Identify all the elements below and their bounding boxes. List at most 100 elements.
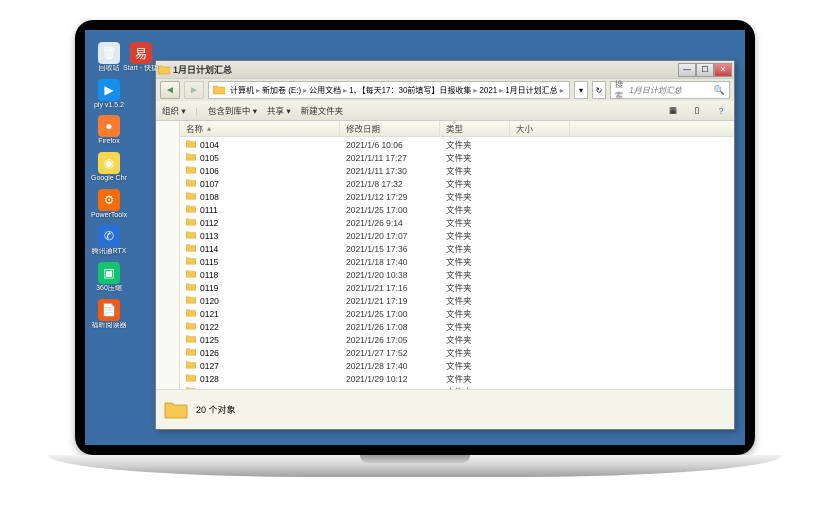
desktop-icon[interactable]: 📄福昕阅读器 (93, 299, 125, 330)
table-row[interactable]: 01112021/1/25 17:00文件夹 (180, 203, 734, 216)
table-row[interactable]: 01182021/1/20 10:38文件夹 (180, 268, 734, 281)
folder-icon (186, 218, 196, 228)
table-row[interactable]: 01262021/1/27 17:52文件夹 (180, 346, 734, 359)
breadcrumb-item[interactable]: 1、【每天17：30前填写】日报收集 (349, 85, 471, 96)
folder-icon (158, 64, 170, 76)
file-rows: 0104 2021/1/6 10:06 文件夹 01052021/1/11 17:27… (180, 137, 734, 389)
table-row[interactable]: 01212021/1/25 17:00文件夹 (180, 307, 734, 320)
titlebar[interactable]: 1月日计划汇总 — ☐ ✕ (156, 61, 734, 79)
cell-name: 0119 (180, 283, 340, 293)
maximize-button[interactable]: ☐ (696, 63, 714, 77)
chevron-right-icon: ▸ (499, 86, 503, 95)
cell-name: 0120 (180, 296, 340, 306)
breadcrumb-dropdown[interactable]: ▾ (574, 81, 588, 99)
cell-type: 文件夹 (440, 230, 510, 242)
folder-icon (186, 179, 196, 189)
table-row[interactable]: 01152021/1/18 17:40文件夹 (180, 255, 734, 268)
table-row[interactable]: 01192021/1/21 17:16文件夹 (180, 281, 734, 294)
folder-icon (186, 205, 196, 215)
search-box[interactable]: 搜索 🔍 (610, 81, 730, 99)
desktop-icons-column: 🗑回收站 ▶ply v1.5.2 ●Firefox ◉Google Chrome ⚙Po… (93, 42, 125, 330)
breadcrumb-item[interactable]: 2021 (479, 86, 497, 95)
help-icon[interactable]: ? (714, 104, 728, 118)
cell-name: 0105 (180, 153, 340, 163)
desktop-icon[interactable]: ▣360压缩 (93, 262, 125, 293)
table-row[interactable]: 01052021/1/11 17:27文件夹 (180, 151, 734, 164)
refresh-button[interactable]: ↻ (592, 81, 606, 99)
table-row[interactable]: 01222021/1/26 17:08文件夹 (180, 320, 734, 333)
table-row[interactable]: 01132021/1/20 17:07文件夹 (180, 229, 734, 242)
minimize-button[interactable]: — (678, 63, 696, 77)
table-row[interactable]: 01072021/1/8 17:32文件夹 (180, 177, 734, 190)
desktop-icon[interactable]: ✆腾讯通RTX (93, 225, 125, 256)
desktop-icon-label: ply v1.5.2 (94, 102, 124, 110)
nav-forward-button[interactable]: ► (184, 81, 204, 99)
table-row[interactable]: 01142021/1/15 17:36文件夹 (180, 242, 734, 255)
file-name-text: 0126 (200, 348, 219, 358)
desktop-icon[interactable]: 🗑回收站 (93, 42, 125, 73)
file-name-text: 0105 (200, 153, 219, 163)
folder-icon (186, 166, 196, 176)
table-row[interactable]: 01082021/1/12 17:29文件夹 (180, 190, 734, 203)
table-row[interactable]: 01042021/1/6 10:06文件夹 (180, 138, 734, 151)
breadcrumb-item[interactable]: 计算机 (230, 85, 254, 96)
app-icon: 易 (130, 42, 152, 64)
cell-type: 文件夹 (440, 334, 510, 346)
desktop-icon[interactable]: ▶ply v1.5.2 (93, 79, 125, 110)
header-date[interactable]: 修改日期 (340, 121, 440, 136)
cell-type: 文件夹 (440, 178, 510, 190)
nav-pane-collapsed[interactable] (156, 121, 180, 389)
breadcrumb-item[interactable]: 公用文档 (309, 85, 341, 96)
view-options-icon[interactable]: ▦ (666, 104, 680, 118)
folder-icon (186, 335, 196, 345)
cell-type: 文件夹 (440, 308, 510, 320)
toolbar-organize[interactable]: 组织 ▾ (162, 105, 186, 117)
chevron-right-icon: ▸ (343, 86, 347, 95)
desktop-icon-label: 腾讯通RTX (92, 248, 127, 256)
cell-date: 2021/1/6 10:06 (340, 140, 440, 150)
desktop-icon-label: Firefox (98, 138, 119, 146)
file-name-text: 0115 (200, 257, 218, 267)
breadcrumb-item[interactable]: 新加卷 (E:) (262, 85, 301, 96)
toolbar-new-folder[interactable]: 新建文件夹 (301, 105, 344, 117)
desktop-icon[interactable]: ●Firefox (93, 115, 125, 146)
chevron-right-icon: ▸ (473, 86, 477, 95)
file-name-text: 0114 (200, 244, 218, 254)
column-headers: 名称▴ 修改日期 类型 大小 (180, 121, 734, 137)
desktop-icon[interactable]: 易Start - 快捷方式 (125, 42, 157, 73)
table-row[interactable]: 01202021/1/21 17:19文件夹 (180, 294, 734, 307)
cell-date: 2021/1/20 17:07 (340, 231, 440, 241)
desktop-icon[interactable]: ⚙PowerToolx (93, 189, 125, 220)
nav-back-button[interactable]: ◄ (160, 81, 180, 99)
app-icon: 🗑 (98, 42, 120, 64)
header-type[interactable]: 类型 (440, 121, 510, 136)
cell-name: 0121 (180, 309, 340, 319)
cell-date: 2021/1/21 17:19 (340, 296, 440, 306)
close-button[interactable]: ✕ (714, 63, 732, 77)
table-row[interactable]: 01252021/1/26 17:05文件夹 (180, 333, 734, 346)
header-name[interactable]: 名称▴ (180, 121, 340, 136)
file-name-text: 0122 (200, 322, 219, 332)
file-name-text: 0121 (200, 309, 219, 319)
toolbar-include[interactable]: 包含到库中 ▾ (208, 105, 257, 117)
cell-name: 0127 (180, 361, 340, 371)
folder-icon (186, 322, 196, 332)
search-input[interactable] (629, 86, 713, 95)
cell-type: 文件夹 (440, 295, 510, 307)
header-size[interactable]: 大小 (510, 121, 570, 136)
file-name-text: 0111 (200, 205, 218, 215)
cell-type: 文件夹 (440, 269, 510, 281)
table-row[interactable]: 01122021/1/26 9:14文件夹 (180, 216, 734, 229)
preview-pane-icon[interactable]: ▯ (690, 104, 704, 118)
breadcrumb-item[interactable]: 1月日计划汇总 (505, 85, 557, 96)
cell-name: 0104 (180, 140, 340, 150)
table-row[interactable]: 01062021/1/11 17:30文件夹 (180, 164, 734, 177)
cell-date: 2021/1/28 17:40 (340, 361, 440, 371)
table-row[interactable]: 01272021/1/28 17:40文件夹 (180, 359, 734, 372)
desktop-icon[interactable]: ◉Google Chrome (93, 152, 125, 183)
desktop-icon-label: 福昕阅读器 (92, 322, 127, 330)
breadcrumb[interactable]: 计算机▸新加卷 (E:)▸公用文档▸1、【每天17：30前填写】日报收集▸202… (208, 81, 570, 99)
toolbar-share[interactable]: 共享 ▾ (267, 105, 291, 117)
table-row[interactable]: 01282021/1/29 10:12文件夹 (180, 372, 734, 385)
file-name-text: 0104 (200, 140, 219, 150)
